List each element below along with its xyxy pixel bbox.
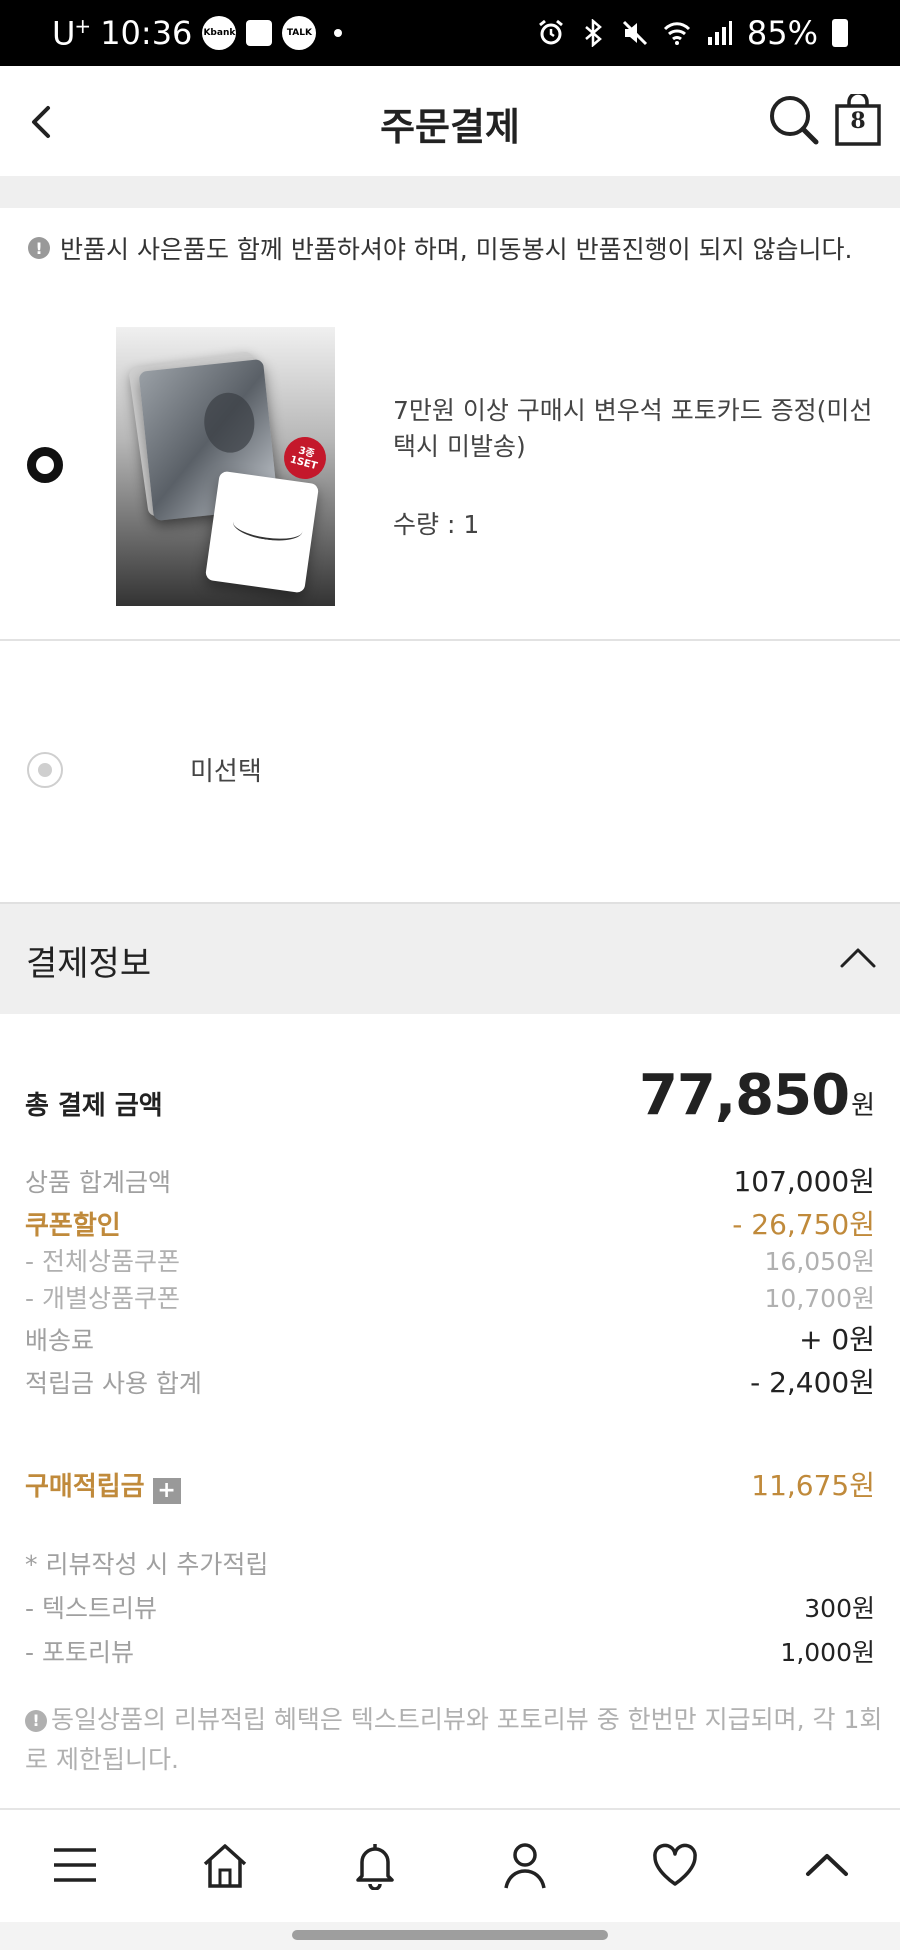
item-coupon-label: - 개별상품쿠폰 (25, 1284, 180, 1313)
search-icon[interactable] (766, 92, 822, 148)
mute-icon (622, 20, 647, 46)
photocard-portrait (201, 390, 258, 456)
message-icon (246, 20, 273, 46)
chevron-up-icon[interactable] (838, 938, 878, 978)
all-product-coupon-label: - 전체상품쿠폰 (25, 1247, 180, 1276)
points-used-label: 적립금 사용 합계 (25, 1369, 202, 1398)
points-used-row: 적립금 사용 합계 - 2,400원 (25, 1361, 875, 1401)
photo-review-label: - 포토리뷰 (25, 1638, 134, 1667)
gift-option-radio-selected[interactable] (27, 447, 63, 483)
status-time: 10:36 (100, 14, 193, 52)
section-spacer (0, 176, 900, 208)
battery-percent: 85% (746, 14, 818, 52)
status-left: U+ 10:36 Kbank TALK (52, 0, 343, 66)
photocard-gift-image: 3종 1SET (116, 327, 335, 606)
text-review-label: - 텍스트리뷰 (25, 1594, 157, 1623)
review-limit-note: ! 동일상품의 리뷰적립 혜택은 텍스트리뷰와 포토리뷰 중 한번만 지급되며, … (25, 1700, 885, 1780)
purchase-points-row: 구매적립금 + 11,675원 (25, 1464, 875, 1504)
status-right: 85% (537, 0, 848, 66)
payment-info-title: 결제정보 (26, 944, 152, 984)
carrier-label: U+ (52, 13, 91, 53)
shipping-row: 배송료 + 0원 (25, 1318, 875, 1358)
purchase-points-label-group: 구매적립금 + (25, 1466, 181, 1504)
info-icon: ! (28, 237, 50, 259)
item-coupon-value: 10,700원 (764, 1284, 875, 1313)
product-total-row: 상품 합계금액 107,000원 (25, 1160, 875, 1200)
text-review-value: 300원 (804, 1594, 875, 1623)
bluetooth-icon (585, 19, 602, 47)
total-payment-value: 77,850 원 (639, 1063, 875, 1128)
review-bonus-title: * 리뷰작성 시 추가적립 (25, 1550, 269, 1579)
photo-review-value: 1,000원 (780, 1638, 875, 1667)
signal-icon (707, 21, 732, 45)
cart-count-badge: 8 (850, 108, 866, 134)
signature-card (204, 470, 320, 594)
bell-icon[interactable] (350, 1840, 400, 1890)
no-gift-option-label: 미선택 (190, 757, 262, 787)
total-payment-amount: 77,850 (638, 1063, 850, 1128)
coupon-discount-value: - 26,750원 (732, 1208, 875, 1241)
product-total-label: 상품 합계금액 (25, 1168, 171, 1197)
purchase-points-label: 구매적립금 (25, 1472, 145, 1502)
coupon-discount-row: 쿠폰할인 - 26,750원 (25, 1203, 875, 1243)
text-review-row: - 텍스트리뷰 300원 (25, 1589, 875, 1625)
no-gift-option-radio[interactable] (27, 752, 63, 788)
alarm-icon (538, 19, 563, 45)
cart-button[interactable]: 8 (834, 91, 882, 146)
info-icon: ! (25, 1710, 47, 1732)
kakaotalk-icon: TALK (282, 16, 317, 50)
all-product-coupon-row: - 전체상품쿠폰 16,050원 (25, 1242, 875, 1278)
notification-dot-icon (334, 29, 343, 37)
gift-option-name: 7만원 이상 구매시 변우석 포토카드 증정(미선택시 미발송) (393, 396, 873, 461)
item-coupon-row: - 개별상품쿠폰 10,700원 (25, 1279, 875, 1315)
page-title: 주문결제 (380, 105, 520, 149)
points-used-value: - 2,400원 (750, 1366, 875, 1399)
user-icon[interactable] (500, 1840, 550, 1890)
coupon-discount-label: 쿠폰할인 (25, 1211, 121, 1241)
battery-icon (832, 19, 848, 47)
heart-icon[interactable] (650, 1840, 700, 1890)
wifi-icon (663, 22, 690, 45)
total-payment-unit: 원 (851, 1091, 875, 1121)
photo-review-row: - 포토리뷰 1,000원 (25, 1633, 875, 1669)
home-icon[interactable] (200, 1840, 250, 1890)
bottom-navigation (0, 1810, 900, 1922)
status-bar: U+ 10:36 Kbank TALK 85% (0, 0, 900, 66)
total-payment-label: 총 결제 금액 (25, 1091, 163, 1121)
product-total-value: 107,000원 (733, 1165, 875, 1198)
app-header: 주문결제 8 (0, 66, 900, 176)
expand-plus-icon[interactable]: + (152, 1477, 181, 1504)
divider (0, 639, 900, 641)
total-payment-row: 총 결제 금액 77,850 원 (25, 1063, 875, 1128)
menu-icon[interactable] (50, 1840, 100, 1890)
chevron-up-icon[interactable] (802, 1840, 852, 1890)
review-limit-note-text: 동일상품의 리뷰적립 혜택은 텍스트리뷰와 포토리뷰 중 한번만 지급되며, 각… (25, 1705, 883, 1774)
payment-info-header[interactable]: 결제정보 (0, 904, 900, 1014)
gift-option-quantity: 수량 : 1 (393, 510, 480, 539)
purchase-points-value: 11,675원 (751, 1469, 875, 1502)
home-gesture-bar[interactable] (292, 1930, 608, 1940)
return-notice: ! 반품시 사은품도 함께 반품하셔야 하며, 미동봉시 반품진행이 되지 않습… (28, 230, 888, 266)
shipping-value: + 0원 (799, 1323, 875, 1356)
return-notice-text: 반품시 사은품도 함께 반품하셔야 하며, 미동봉시 반품진행이 되지 않습니다… (60, 235, 853, 264)
home-indicator (0, 1922, 900, 1950)
review-bonus-title-row: * 리뷰작성 시 추가적립 (25, 1545, 875, 1581)
shipping-label: 배송료 (25, 1326, 95, 1355)
kbank-icon: Kbank (202, 16, 237, 50)
set-badge: 3종 1SET (279, 432, 331, 484)
all-product-coupon-value: 16,050원 (764, 1247, 875, 1276)
signature-scribble (231, 509, 305, 545)
